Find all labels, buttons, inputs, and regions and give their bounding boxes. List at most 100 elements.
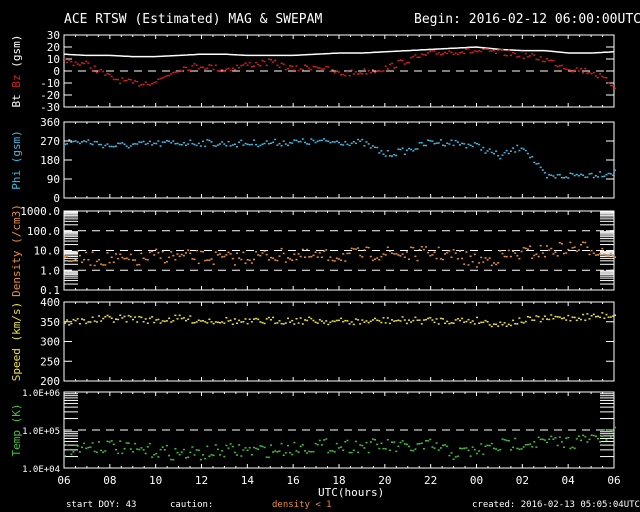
data-point-speed (72, 318, 75, 321)
data-point-bz (318, 67, 321, 69)
data-point-speed (78, 323, 81, 325)
data-point-bz (476, 50, 478, 53)
data-point-speed (575, 319, 578, 322)
data-point-bz (469, 52, 472, 54)
data-point-bz (161, 77, 164, 79)
data-point-bz (488, 50, 491, 52)
data-point-temp (395, 450, 398, 453)
data-point-density (344, 260, 347, 262)
y-tick-label-density: 100.0 (27, 225, 60, 238)
data-point-temp (499, 448, 502, 451)
data-point-speed (195, 321, 198, 323)
data-point-bz (516, 56, 519, 58)
data-point-phi (246, 143, 249, 145)
x-tick-label: 16 (287, 474, 300, 487)
data-point-phi (297, 141, 300, 143)
data-point-density (191, 258, 194, 260)
data-point-temp (291, 453, 294, 456)
data-point-temp (550, 435, 553, 438)
data-point-temp (333, 451, 336, 453)
data-point-bz (465, 48, 468, 50)
data-point-phi (199, 145, 202, 147)
data-point-phi (501, 154, 504, 156)
data-point-temp (467, 449, 470, 452)
data-point-speed (191, 322, 194, 324)
data-point-bz (132, 82, 134, 84)
data-point-bz (208, 64, 211, 66)
x-tick-label: 06 (57, 474, 70, 487)
data-point-phi (531, 155, 534, 158)
data-point-temp (609, 436, 612, 438)
data-point-density (72, 259, 75, 262)
data-point-phi (482, 146, 485, 149)
y-tick-label-density: 10.0 (34, 245, 61, 258)
data-point-density (493, 262, 495, 264)
data-point-speed (297, 322, 300, 324)
data-point-bz (371, 68, 374, 71)
y-tick-label-speed: 350 (40, 316, 60, 329)
data-point-density (291, 259, 294, 261)
y-tick-label-temp: 1.0E+04 (22, 465, 60, 475)
data-point-phi (461, 142, 464, 145)
data-point-bz (98, 70, 100, 72)
data-point-speed (331, 320, 334, 322)
data-point-speed (129, 315, 132, 318)
data-point-phi (253, 139, 255, 141)
data-point-phi (452, 144, 455, 147)
data-point-temp (592, 434, 595, 437)
data-point-phi (172, 140, 175, 142)
data-point-bz (367, 70, 370, 72)
data-point-speed (276, 322, 279, 324)
start-doy: start DOY: 43 (66, 500, 137, 510)
data-point-bz (450, 51, 453, 54)
data-point-phi (614, 169, 616, 171)
data-point-speed (83, 319, 86, 321)
data-point-temp (393, 441, 396, 443)
data-point-temp (223, 455, 226, 458)
data-point-bz (121, 77, 124, 79)
data-point-density (304, 256, 306, 258)
data-point-density (312, 254, 315, 257)
data-point-temp (64, 455, 66, 457)
data-point-density (153, 254, 156, 256)
data-point-bz (573, 69, 576, 71)
y-tick-label-phi: 180 (40, 154, 60, 167)
data-point-bz (333, 72, 336, 74)
data-point-speed (236, 322, 238, 324)
data-point-density (299, 255, 302, 258)
data-point-phi (488, 148, 491, 150)
data-point-phi (431, 140, 434, 142)
data-point-phi (552, 175, 555, 177)
data-point-bz (352, 73, 355, 75)
data-point-speed (354, 318, 357, 320)
data-point-density (176, 253, 179, 255)
data-point-phi (514, 151, 517, 153)
data-point-speed (168, 317, 171, 320)
data-point-temp (314, 442, 317, 445)
data-point-bz (408, 61, 410, 64)
data-point-speed (185, 319, 187, 322)
data-point-temp (153, 454, 156, 456)
data-point-temp (611, 431, 614, 433)
data-point-phi (174, 143, 177, 145)
data-point-phi (148, 140, 151, 143)
data-point-phi (204, 145, 207, 148)
series-line-bt (63, 46, 615, 58)
data-point-temp (484, 445, 487, 447)
data-point-bz (138, 85, 141, 87)
data-point-phi (560, 176, 563, 179)
data-point-bz (185, 66, 187, 69)
data-point-phi (202, 140, 204, 143)
data-point-bz (255, 61, 258, 64)
y-tick-label-temp: 1.0E+06 (22, 389, 60, 399)
data-point-temp (68, 448, 71, 451)
data-point-phi (408, 147, 410, 150)
data-point-phi (363, 145, 366, 147)
data-point-temp (433, 447, 436, 449)
data-point-temp (155, 452, 158, 455)
data-point-temp (558, 436, 561, 438)
data-point-density (127, 258, 130, 261)
data-point-bz (480, 50, 483, 53)
data-point-bz (66, 61, 69, 64)
data-point-phi (144, 143, 147, 145)
